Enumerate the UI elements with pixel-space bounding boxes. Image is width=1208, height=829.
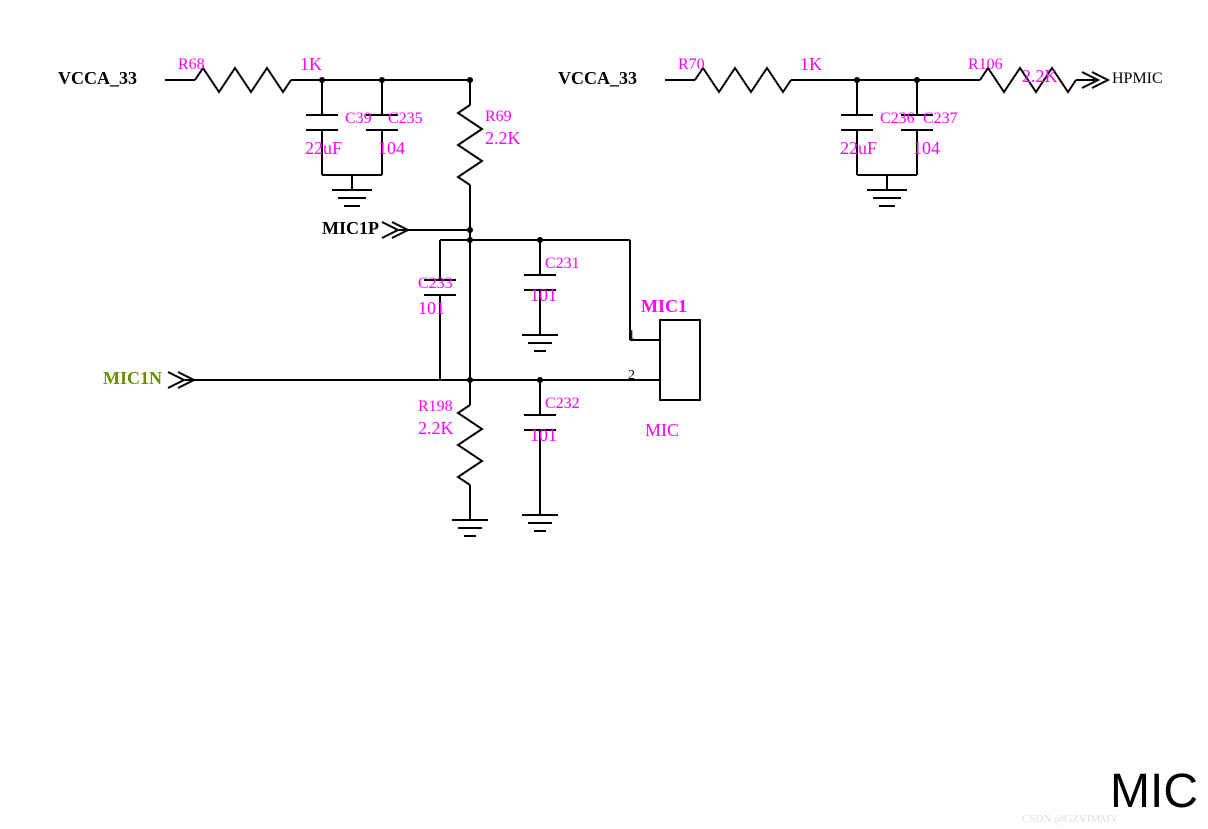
ref-c233: C233 bbox=[418, 275, 453, 293]
ref-r68: R68 bbox=[178, 56, 205, 74]
ref-c237: C237 bbox=[923, 110, 958, 128]
net-vcca-left: VCCA_33 bbox=[58, 68, 137, 89]
ref-c235: C235 bbox=[388, 110, 423, 128]
net-mic1n: MIC1N bbox=[103, 368, 162, 389]
watermark: CSDN @GZVIMMY bbox=[1022, 813, 1118, 825]
val-c237: 104 bbox=[913, 138, 940, 159]
val-c231: 101 bbox=[530, 285, 557, 306]
mic-pin2: 2 bbox=[628, 368, 635, 384]
ref-r69: R69 bbox=[485, 108, 512, 126]
val-c233: 101 bbox=[418, 298, 445, 319]
ref-r70: R70 bbox=[678, 56, 705, 74]
ref-c39: C39 bbox=[345, 110, 372, 128]
ref-mic1: MIC1 bbox=[641, 296, 687, 317]
mic-pin1: 1 bbox=[628, 328, 635, 344]
val-c39: 22uF bbox=[305, 138, 342, 159]
val-r68: 1K bbox=[300, 54, 322, 75]
mic-type: MIC bbox=[645, 420, 679, 441]
val-r69: 2.2K bbox=[485, 128, 521, 149]
ref-c231: C231 bbox=[545, 255, 580, 273]
val-c232: 101 bbox=[530, 425, 557, 446]
val-c236: 22uF bbox=[840, 138, 877, 159]
net-mic1p: MIC1P bbox=[322, 218, 379, 239]
ref-r106: R106 bbox=[968, 56, 1003, 74]
val-r70: 1K bbox=[800, 54, 822, 75]
page-title: MIC bbox=[1110, 764, 1198, 819]
ref-r198: R198 bbox=[418, 398, 453, 416]
val-r106: 2.2K bbox=[1022, 66, 1058, 87]
net-vcca-right: VCCA_33 bbox=[558, 68, 637, 89]
ref-c232: C232 bbox=[545, 395, 580, 413]
val-c235: 104 bbox=[378, 138, 405, 159]
net-hpmic: HPMIC bbox=[1112, 70, 1163, 88]
schematic-svg bbox=[0, 0, 1208, 829]
val-r198: 2.2K bbox=[418, 418, 454, 439]
ref-c236: C236 bbox=[880, 110, 915, 128]
